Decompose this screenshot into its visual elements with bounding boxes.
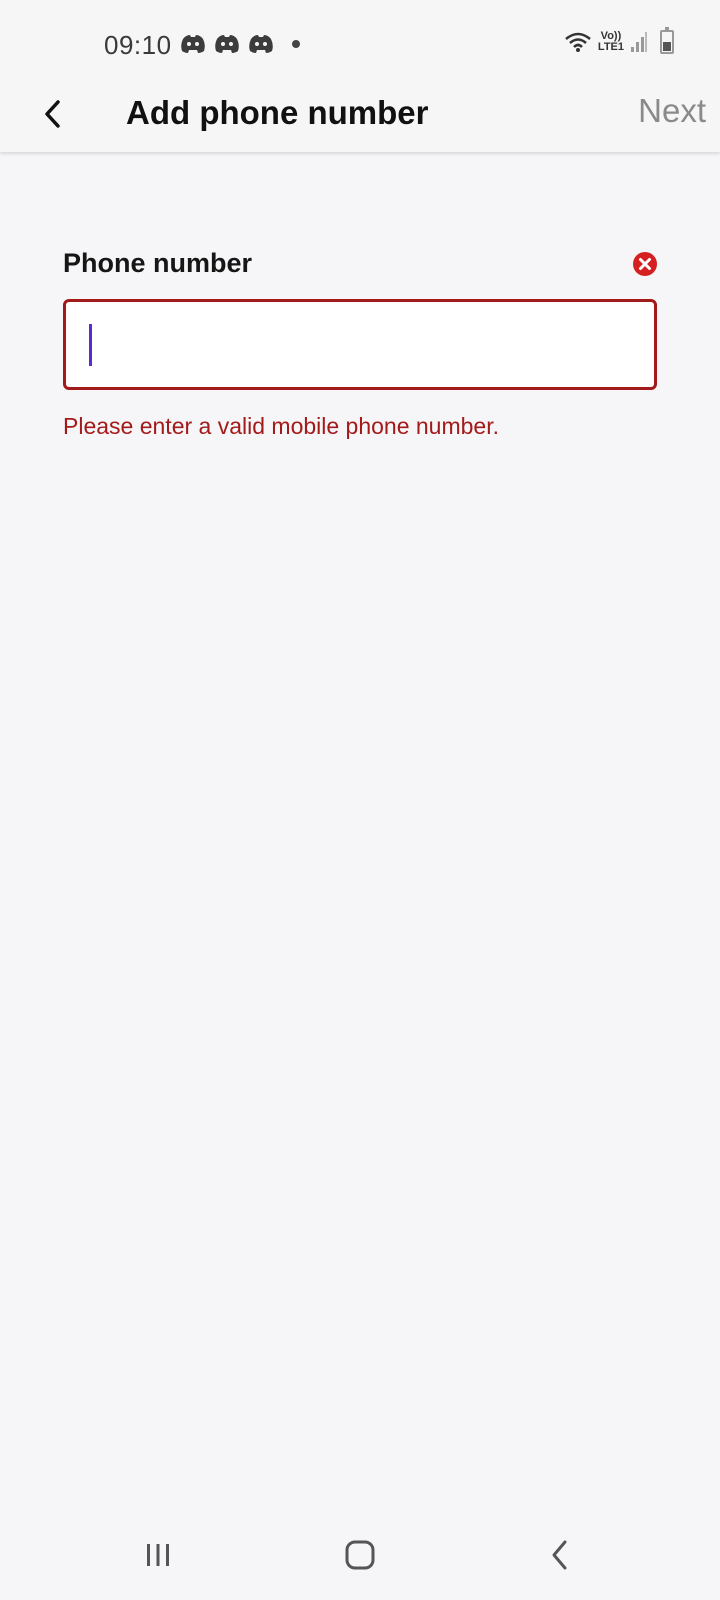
next-button[interactable]: Next [638,92,706,130]
screen: 09:10 Vo)) LTE1 Add phone number Next Ph… [0,0,720,1600]
more-notifications-dot [292,40,300,48]
recents-button[interactable] [128,1528,188,1582]
signal-icon [631,32,647,52]
navigation-bar [0,1510,720,1600]
phone-number-input[interactable] [66,302,654,387]
lte-indicator: Vo)) LTE1 [598,31,624,53]
battery-icon [660,27,674,54]
phone-number-label: Phone number [63,248,253,278]
phone-number-field[interactable] [63,299,657,390]
discord-icon [181,35,205,53]
lte-label: LTE1 [597,41,624,53]
back-button[interactable] [32,94,72,134]
wifi-icon [565,32,591,52]
system-back-button[interactable] [530,1528,590,1582]
chevron-left-icon [45,100,60,128]
error-message: Please enter a valid mobile phone number… [63,413,500,439]
app-bar: Add phone number Next [0,90,720,152]
notification-icons [180,33,300,55]
home-icon [345,1540,375,1570]
system-icons: Vo)) LTE1 [564,27,674,54]
discord-icon [249,35,273,53]
status-bar: 09:10 Vo)) LTE1 [0,0,720,90]
home-button[interactable] [330,1528,390,1582]
battery-level [663,42,671,51]
back-icon [552,1540,567,1570]
text-caret [89,324,92,366]
status-time: 09:10 [104,30,172,60]
discord-icon [215,35,239,53]
page-title: Add phone number [126,94,429,131]
recents-icon [147,1544,169,1566]
error-icon [633,252,657,276]
